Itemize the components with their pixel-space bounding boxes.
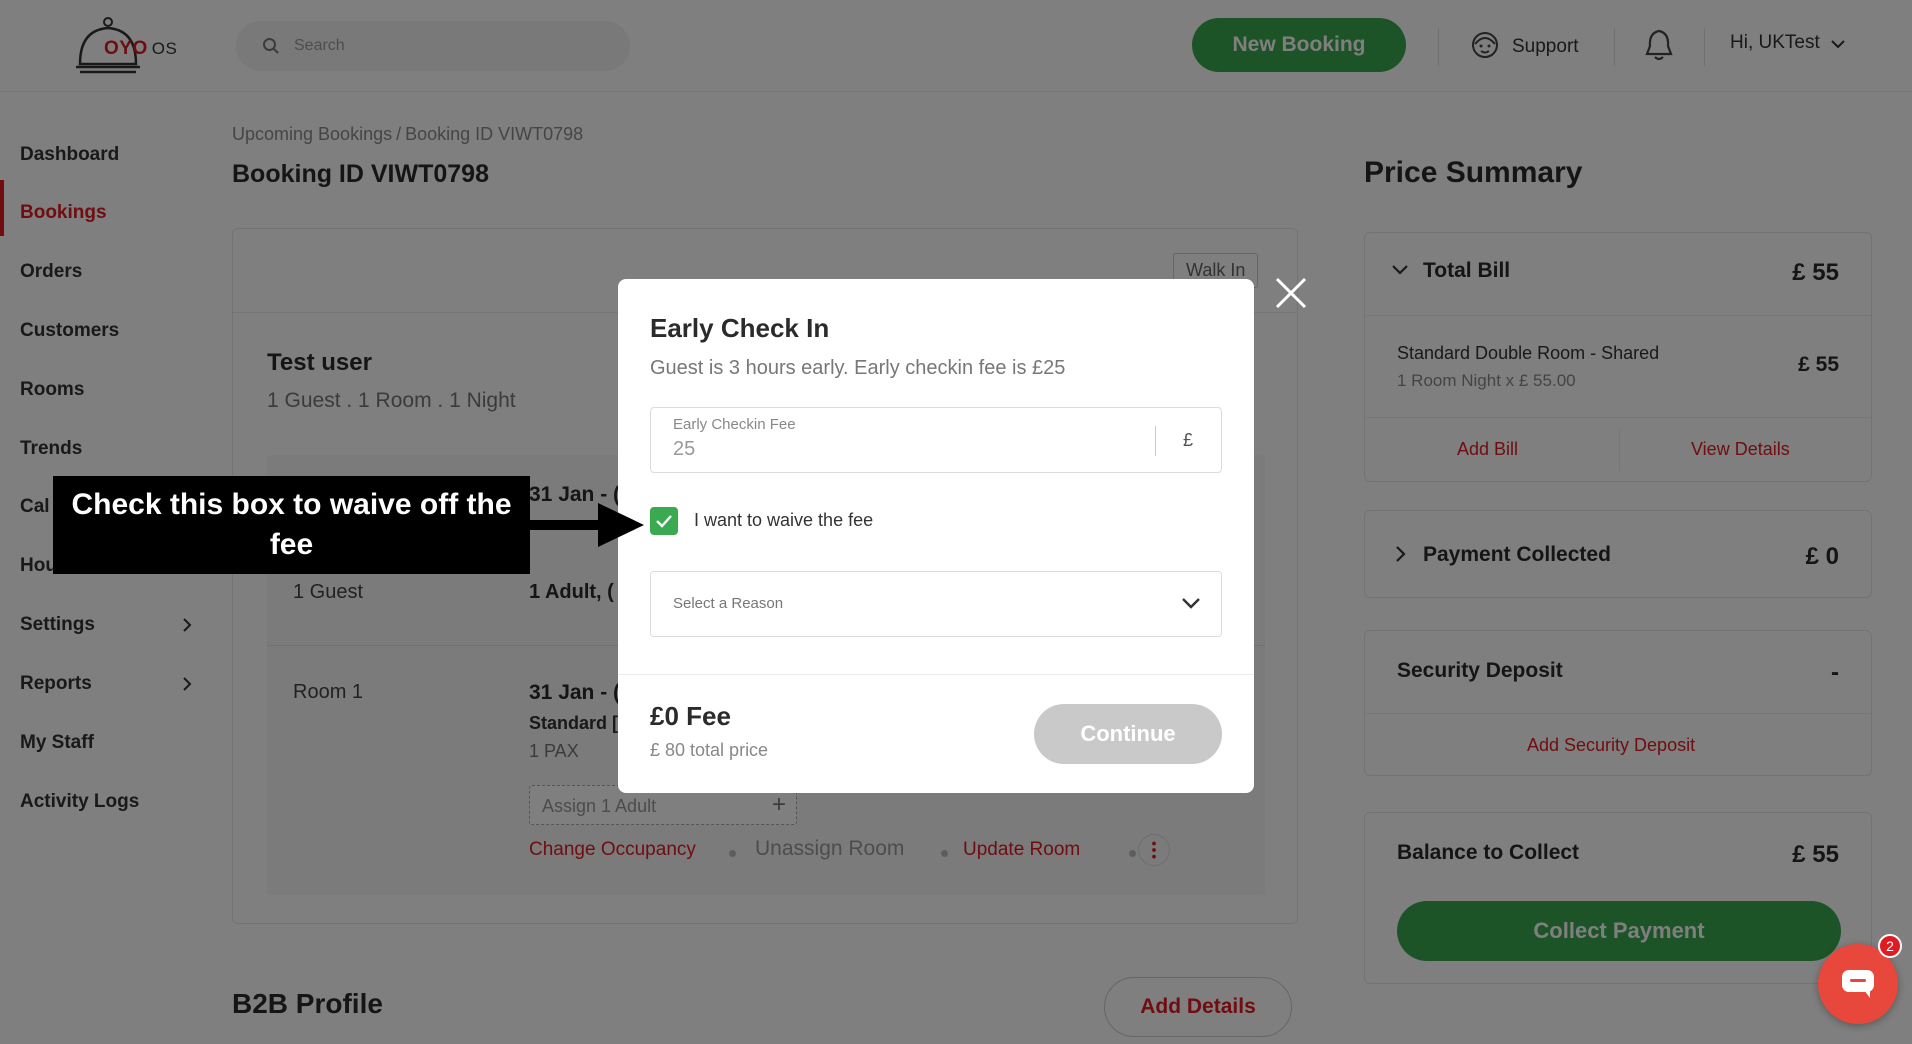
currency-symbol: £ [1183,430,1194,450]
total-price: £ 80 total price [650,740,769,760]
chat-icon [1842,970,1874,998]
reason-placeholder: Select a Reason [673,595,784,612]
waive-fee-label[interactable]: I want to waive the fee [694,510,873,531]
fee-summary: £0 Fee [650,701,731,731]
fee-field-value[interactable]: 25 [673,438,695,461]
instruction-callout: Check this box to waive off the fee [53,476,530,574]
check-icon [656,515,672,528]
notification-badge: 2 [1878,934,1902,958]
arrow-right-icon [528,503,644,547]
chevron-down-icon [1182,598,1200,609]
early-checkin-fee-field[interactable]: Early Checkin Fee 25 £ [650,407,1222,473]
divider [618,674,1254,675]
continue-button[interactable]: Continue [1034,704,1222,764]
modal-title: Early Check In [650,313,830,343]
close-icon[interactable] [1274,276,1308,310]
fee-field-label: Early Checkin Fee [673,416,796,433]
divider [1155,426,1156,456]
waive-fee-checkbox[interactable] [650,507,678,535]
early-checkin-modal: Early Check In Guest is 3 hours early. E… [618,279,1254,793]
reason-select[interactable]: Select a Reason [650,571,1222,637]
modal-subtitle: Guest is 3 hours early. Early checkin fe… [650,357,1066,379]
